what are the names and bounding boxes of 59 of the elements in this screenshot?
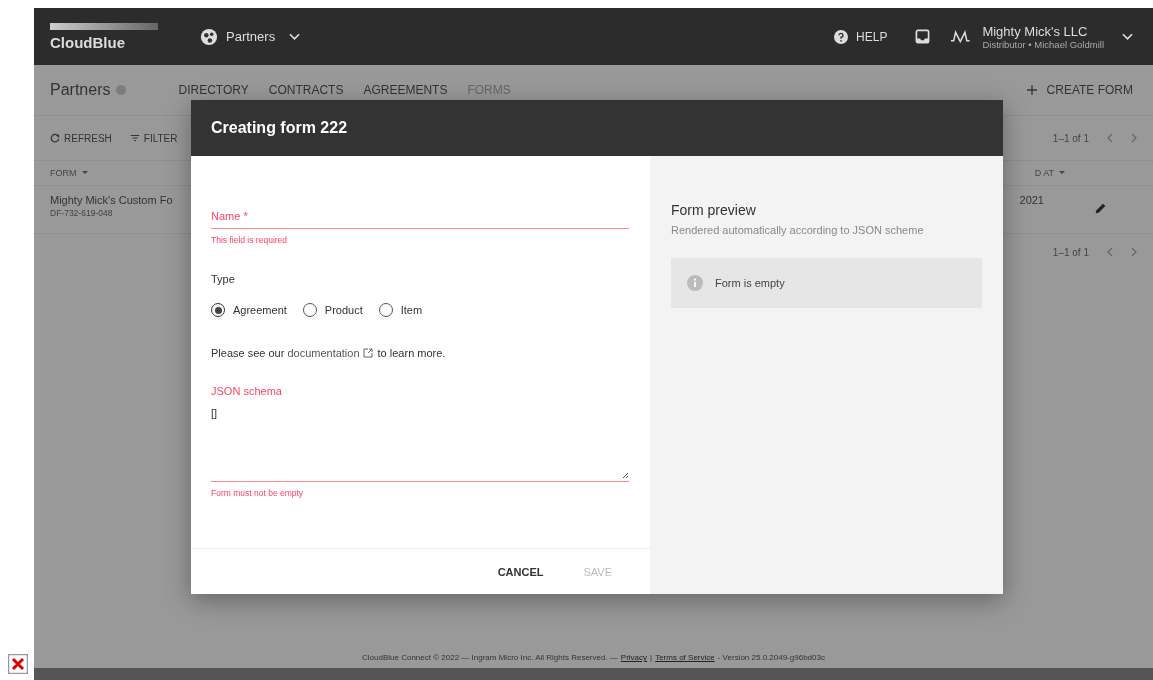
nav-tab[interactable]: AGREEMENTS: [363, 83, 448, 97]
broken-image-icon: [8, 654, 28, 674]
error-text: Form must not be empty: [211, 488, 305, 498]
globe-icon: [200, 27, 218, 46]
nav-tab[interactable]: DIRECTORY: [178, 83, 249, 97]
info-icon: [687, 275, 703, 291]
previous-page-icon[interactable]: [1107, 133, 1113, 143]
account-subtitle: Distributor • Michael Goldmill: [982, 38, 1104, 50]
column-header[interactable]: FORM: [50, 168, 77, 178]
filter-button[interactable]: FILTER: [129, 132, 178, 144]
create-form-button[interactable]: CREATE FORM: [1026, 83, 1133, 97]
previous-page-icon[interactable]: [1107, 247, 1113, 257]
sort-caret-icon[interactable]: [1059, 171, 1065, 175]
chevron-down-icon: [289, 32, 301, 41]
radio-option[interactable]: Agreement: [211, 303, 287, 317]
chevron-down-icon[interactable]: [1122, 32, 1133, 41]
privacy-link[interactable]: Privacy: [620, 653, 648, 662]
pencil-icon[interactable]: [1094, 202, 1107, 215]
documentation-link[interactable]: documentation: [287, 347, 360, 359]
plus-icon: [1026, 85, 1037, 95]
filter-icon: [129, 133, 140, 143]
account-name: Mighty Mick's LLC: [982, 23, 1089, 39]
version-text: - Version 25.0.2049-g96bd03c: [717, 653, 825, 662]
module-switcher[interactable]: Partners: [200, 27, 301, 46]
error-text: This field is required: [211, 235, 289, 245]
preview-title: Form preview: [671, 202, 757, 218]
refresh-icon: [50, 133, 60, 143]
logo-text: CloudBlue: [50, 33, 126, 51]
name-field[interactable]: Name *: [211, 206, 629, 229]
form-id: DF-732-619-048: [50, 208, 114, 218]
pagination-text: 1–1 of 1: [1052, 132, 1089, 144]
type-label: Type: [211, 273, 236, 285]
pagination-text: 1–1 of 1: [1052, 246, 1089, 258]
page-title: Partners: [50, 81, 111, 99]
resize-grip-icon[interactable]: [621, 471, 629, 479]
horizontal-scrollbar[interactable]: [34, 668, 1153, 680]
form-name[interactable]: Mighty Mick's Custom Fo: [50, 194, 173, 206]
terms-link[interactable]: Terms of Service: [655, 653, 715, 662]
inbox-icon[interactable]: [915, 29, 931, 44]
next-page-icon[interactable]: [1131, 133, 1137, 143]
footer-separator: |: [650, 653, 653, 662]
column-header[interactable]: D AT: [1034, 168, 1054, 178]
json-schema-field[interactable]: JSON schema []: [211, 385, 629, 482]
refresh-button[interactable]: REFRESH: [50, 132, 112, 144]
sort-caret-icon[interactable]: [81, 171, 88, 175]
next-page-icon[interactable]: [1131, 247, 1137, 257]
nav-tab[interactable]: CONTRACTS: [268, 83, 344, 97]
help-text: to learn more.: [377, 347, 446, 359]
preview-subtitle: Rendered automatically according to JSON scheme: [671, 224, 925, 236]
date-cell: 2021: [1019, 194, 1044, 206]
radio-option[interactable]: Item: [378, 303, 423, 317]
external-link-icon: [362, 348, 373, 358]
radio-option[interactable]: Product: [302, 303, 363, 317]
footer-text: CloudBlue Connect © 2022 — Ingram Micro Inc. All Rights Reserved. —: [362, 653, 618, 662]
help-button[interactable]: HELP: [834, 29, 888, 44]
dialog-title: Creating form 222: [211, 119, 348, 137]
empty-text: Form is empty: [715, 277, 785, 289]
cancel-button[interactable]: CANCEL: [497, 561, 544, 582]
help-text: Please see our: [211, 347, 285, 359]
